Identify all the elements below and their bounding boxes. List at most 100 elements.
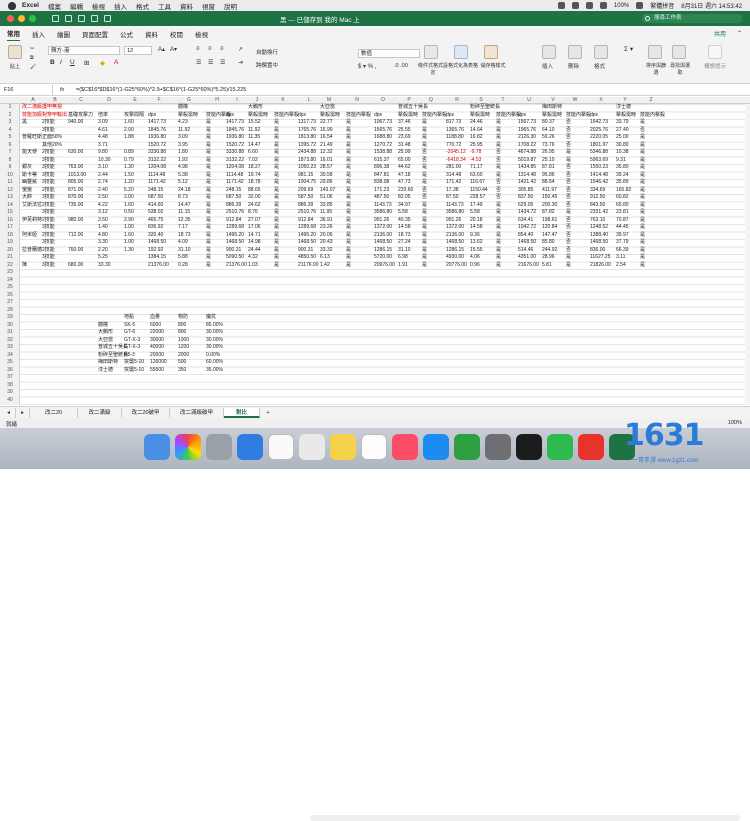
italic-icon[interactable]: I: [60, 59, 62, 66]
row-header[interactable]: 6: [0, 142, 20, 148]
cell[interactable]: 228.57: [470, 194, 485, 201]
indent-icon[interactable]: ⇥: [238, 59, 243, 66]
cell[interactable]: 25.55: [398, 127, 411, 134]
cell[interactable]: 5.88: [178, 254, 188, 261]
column-header[interactable]: D: [98, 97, 120, 104]
cell[interactable]: 1.03: [248, 262, 258, 269]
cell[interactable]: 900.31: [298, 247, 313, 254]
cell[interactable]: 20776.00: [446, 262, 467, 269]
align-bottom-icon[interactable]: ≡: [220, 46, 224, 52]
cell[interactable]: 是: [496, 119, 501, 126]
cell[interactable]: 1417.73: [148, 119, 166, 126]
cell[interactable]: 是: [346, 172, 351, 179]
cell[interactable]: 否: [496, 179, 501, 186]
cell[interactable]: 29.86: [320, 179, 333, 186]
cell[interactable]: 1.30: [124, 164, 134, 171]
cell[interactable]: 擊殺需時: [542, 112, 562, 119]
cell[interactable]: 763.10: [590, 217, 605, 224]
cell[interactable]: 20.18: [470, 217, 483, 224]
cell[interactable]: 1.80: [178, 149, 188, 156]
cell[interactable]: 3技能: [42, 164, 55, 171]
cell[interactable]: 21376.00: [226, 262, 247, 269]
column-header[interactable]: B: [44, 97, 66, 104]
cell[interactable]: 1.42: [320, 262, 330, 269]
cell[interactable]: 3586.80: [374, 209, 392, 216]
cell[interactable]: 0.28: [178, 262, 188, 269]
cell[interactable]: 是: [346, 202, 351, 209]
cell[interactable]: 1042.72: [518, 224, 536, 231]
cell[interactable]: 20976.00: [374, 262, 395, 269]
cell[interactable]: 擊殺需時: [248, 112, 268, 119]
cell[interactable]: 是: [422, 164, 427, 171]
cell[interactable]: 是: [640, 224, 645, 231]
column-header[interactable]: Y: [614, 97, 636, 104]
cell[interactable]: 1.60: [124, 202, 134, 209]
formula-input[interactable]: =($C$16*$D$16*(1-G25*60%)*2.9+$C$16*(1-G…: [76, 87, 246, 93]
cell[interactable]: 5963.69: [590, 157, 608, 164]
cell[interactable]: 33.32: [320, 247, 333, 254]
cell[interactable]: 否: [566, 142, 571, 149]
column-header[interactable]: N: [346, 97, 368, 104]
cell[interactable]: 其他20%: [42, 142, 62, 149]
row-header[interactable]: 8: [0, 157, 20, 163]
cell[interactable]: 33.85: [320, 202, 333, 209]
cell[interactable]: 阿米婭: [22, 232, 37, 239]
cell[interactable]: 2220.05: [590, 134, 608, 141]
cell[interactable]: 是: [640, 254, 645, 261]
cell[interactable]: dps: [446, 112, 454, 119]
vertical-scrollbar[interactable]: [745, 104, 750, 405]
cell[interactable]: 85.00%: [206, 322, 223, 329]
cell[interactable]: 712.00: [68, 232, 83, 239]
cell[interactable]: 6.60: [248, 149, 258, 156]
row-header[interactable]: 1: [0, 104, 20, 110]
cell[interactable]: 是: [346, 179, 351, 186]
cell[interactable]: 87.81: [542, 164, 555, 171]
number-format-select[interactable]: 數值: [358, 49, 420, 58]
cell[interactable]: 是: [422, 179, 427, 186]
currency-icon[interactable]: $ ▾ % ,: [358, 63, 376, 70]
cell[interactable]: 1.50: [124, 172, 134, 179]
calendar-icon[interactable]: [268, 434, 294, 460]
cell[interactable]: 是: [274, 187, 279, 194]
cell[interactable]: 248.15: [226, 187, 241, 194]
cell[interactable]: 是: [206, 134, 211, 141]
cell[interactable]: 1546.42: [590, 179, 608, 186]
cell[interactable]: 是: [422, 254, 427, 261]
cell[interactable]: 60.00%: [206, 359, 223, 366]
cell[interactable]: 940.00: [68, 119, 83, 126]
cell[interactable]: 是: [422, 209, 427, 216]
cell[interactable]: 蠻蠻: [22, 187, 32, 194]
cell[interactable]: 838.08: [374, 179, 389, 186]
cell[interactable]: 60.82: [616, 194, 629, 201]
cell[interactable]: 1204.08: [226, 164, 244, 171]
cell[interactable]: 126000: [150, 359, 167, 366]
minimize-window-button[interactable]: [18, 15, 25, 22]
collapse-ribbon-icon[interactable]: ⌃: [737, 30, 742, 37]
cell[interactable]: 3.50: [98, 217, 108, 224]
cell[interactable]: 是: [206, 187, 211, 194]
cell[interactable]: 281.00: [446, 164, 461, 171]
cell[interactable]: 1421.42: [518, 179, 536, 186]
cell[interactable]: 是: [496, 232, 501, 239]
notes-icon[interactable]: [330, 434, 356, 460]
cell[interactable]: 305.85: [518, 187, 533, 194]
cell[interactable]: 3技能: [42, 127, 55, 134]
cell[interactable]: dps: [374, 112, 382, 119]
cell[interactable]: 248.15: [148, 187, 163, 194]
cell[interactable]: 1468.50: [518, 239, 536, 246]
cell[interactable]: 是: [422, 217, 427, 224]
cell[interactable]: 3技能: [42, 194, 55, 201]
cell[interactable]: 是: [422, 224, 427, 231]
column-header[interactable]: U: [518, 97, 540, 104]
row-header[interactable]: 21: [0, 254, 20, 260]
cell[interactable]: 18.27: [248, 164, 261, 171]
paste-icon[interactable]: [8, 45, 22, 59]
cell[interactable]: 4.22: [98, 202, 108, 209]
cell[interactable]: 黑: [22, 119, 27, 126]
cell[interactable]: 是: [640, 239, 645, 246]
cell[interactable]: 39.24: [616, 172, 629, 179]
cell[interactable]: 8.76: [248, 209, 258, 216]
cell[interactable]: 否: [566, 164, 571, 171]
cell[interactable]: 5090.50: [226, 254, 244, 261]
cell[interactable]: 1520.72: [226, 142, 244, 149]
